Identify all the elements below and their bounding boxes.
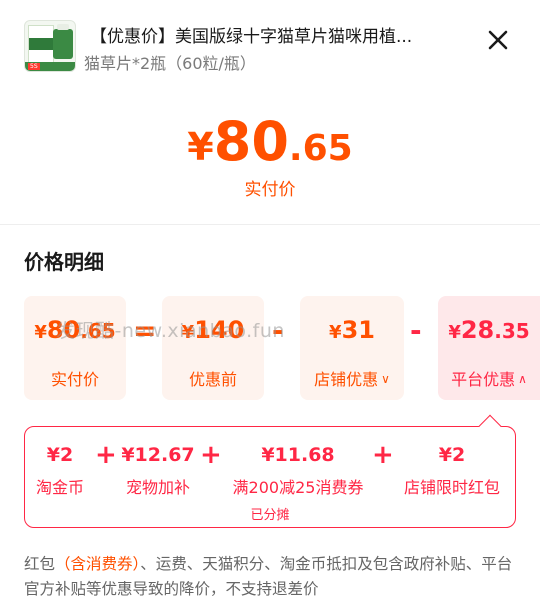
- card-platform-discount[interactable]: ¥28.35 平台优惠 ∧: [438, 296, 540, 400]
- card-original-price-label: 优惠前: [188, 370, 237, 389]
- card-store-discount[interactable]: ¥31 店铺优惠 ∨: [300, 296, 404, 400]
- breakdown-label: 满200减25消费券: [232, 478, 364, 497]
- breakdown-label: 店铺限时红包: [403, 478, 500, 497]
- consumption-voucher-highlight: （含消费券）: [55, 555, 141, 573]
- chevron-down-icon: ∨: [381, 372, 390, 386]
- thumbnail-box-graphic: [28, 25, 54, 65]
- minus-operator: -: [410, 314, 422, 347]
- card-paid-price-label: 实付价: [50, 370, 99, 389]
- product-title: 【优惠价】美国版绿十字猫草片猫咪用植...: [90, 27, 413, 47]
- breakdown-label: 淘金币: [35, 478, 84, 497]
- chevron-up-icon: ∧: [518, 372, 527, 386]
- card-paid-price: ¥80.65 实付价: [24, 296, 126, 400]
- final-price-decimal: .65: [288, 128, 353, 169]
- allocated-note: 已分摊: [250, 508, 290, 523]
- refund-policy-note: 红包（含消费券）、运费、天猫积分、淘金币抵扣及包含政府补贴、平台官方补贴等优惠导…: [24, 555, 513, 598]
- product-thumbnail[interactable]: 5S: [24, 20, 76, 72]
- breakdown-amount: ¥12.67: [121, 444, 195, 466]
- breakdown-amount: ¥2: [46, 444, 74, 466]
- final-price-currency: ¥: [187, 125, 214, 169]
- product-variant: 猫草片*2瓶（60粒/瓶）: [84, 54, 256, 73]
- breakdown-amount: ¥11.68: [261, 444, 335, 466]
- breakdown-amount: ¥2: [438, 444, 466, 466]
- breakdown-label: 宠物加补: [125, 478, 190, 497]
- plus-operator: +: [372, 440, 394, 470]
- product-header: 5S 【优惠价】美国版绿十字猫草片猫咪用植... 猫草片*2瓶（60粒/瓶）: [0, 0, 540, 90]
- final-price-integer: 80: [213, 110, 289, 173]
- final-price-label: 实付价: [244, 180, 296, 200]
- card-store-discount-label[interactable]: 店铺优惠 ∨: [300, 366, 404, 390]
- close-icon[interactable]: [482, 24, 514, 56]
- thumbnail-bottle-graphic: [53, 24, 73, 59]
- watermark: 发现酷-new.xianbao.fun: [56, 320, 285, 342]
- thumbnail-tag: 5S: [28, 63, 40, 70]
- plus-operator: +: [200, 440, 222, 470]
- card-original-price: ¥140 优惠前: [162, 296, 264, 400]
- card-platform-discount-label[interactable]: 平台优惠 ∧: [438, 366, 540, 390]
- section-divider: [0, 224, 540, 225]
- price-details-title: 价格明细: [24, 250, 104, 274]
- final-price: ¥80.65: [0, 110, 540, 173]
